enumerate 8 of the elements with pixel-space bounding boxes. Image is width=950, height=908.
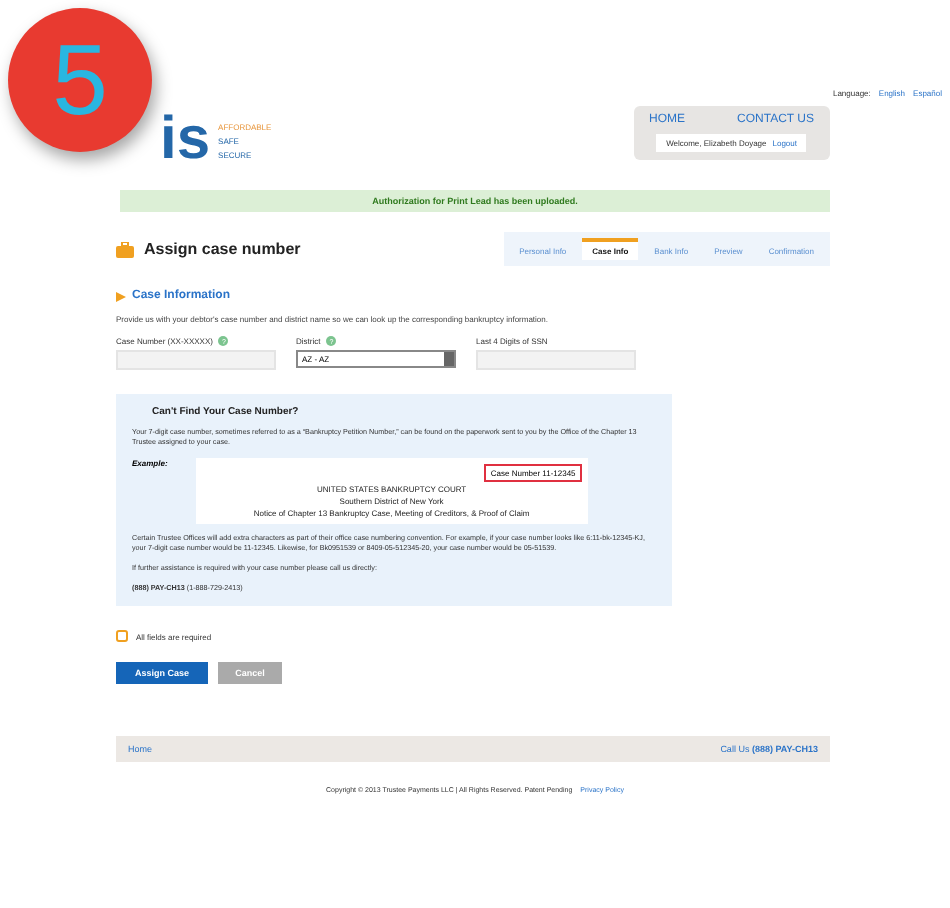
arrow-icon bbox=[116, 291, 126, 301]
briefcase-icon bbox=[116, 241, 134, 257]
logo-mark: is bbox=[160, 106, 211, 174]
page-title: Assign case number bbox=[144, 240, 301, 258]
required-icon bbox=[116, 630, 128, 643]
input-field[interactable] bbox=[116, 350, 276, 370]
step-badge: 5 bbox=[8, 8, 152, 152]
input-field[interactable] bbox=[476, 350, 636, 370]
